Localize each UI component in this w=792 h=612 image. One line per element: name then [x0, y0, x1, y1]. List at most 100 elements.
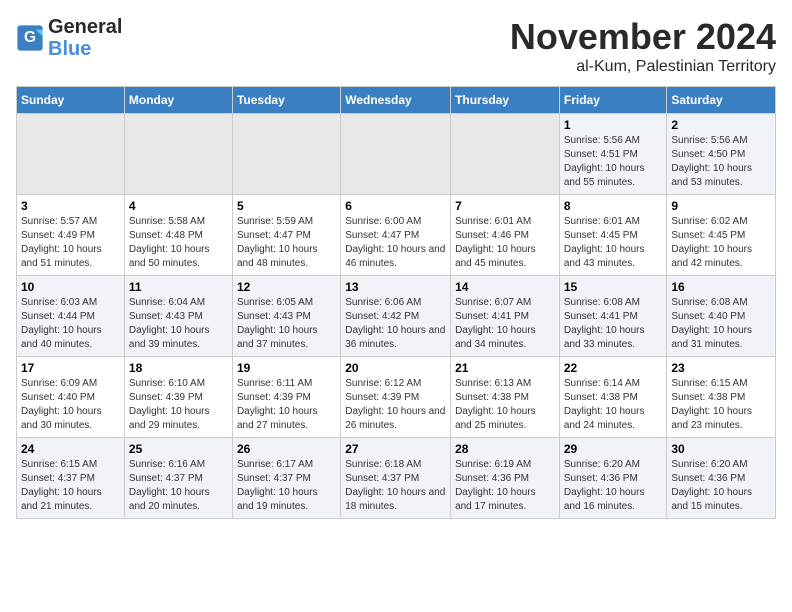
day-info: Sunrise: 5:58 AMSunset: 4:48 PMDaylight:… [129, 215, 228, 271]
calendar-cell: 7Sunrise: 6:01 AMSunset: 4:46 PMDaylight… [451, 195, 560, 276]
day-info: Sunrise: 5:59 AMSunset: 4:47 PMDaylight:… [237, 215, 336, 271]
day-info: Sunrise: 5:56 AMSunset: 4:50 PMDaylight:… [671, 134, 771, 190]
calendar-cell: 22 Sunrise: 6:14 AMSunset: 4:38 PMDayligh… [559, 357, 667, 438]
calendar-cell [124, 114, 232, 195]
day-number: 17 [21, 361, 120, 375]
day-number: 23 [671, 361, 771, 375]
calendar-cell: 12Sunrise: 6:05 AMSunset: 4:43 PMDayligh… [232, 276, 340, 357]
calendar-cell: 30 Sunrise: 6:20 AMSunset: 4:36 PMDayligh… [667, 438, 776, 519]
day-info: Sunrise: 6:20 AMSunset: 4:36 PMDaylight:… [564, 458, 663, 514]
day-info: Sunrise: 6:00 AMSunset: 4:47 PMDaylight:… [345, 215, 446, 271]
day-info: Sunrise: 6:18 AMSunset: 4:37 PMDaylight:… [345, 458, 446, 514]
day-info: Sunrise: 6:04 AMSunset: 4:43 PMDaylight:… [129, 296, 228, 352]
day-info: Sunrise: 6:11 AMSunset: 4:39 PMDaylight:… [237, 377, 336, 433]
day-info: Sunrise: 6:08 AMSunset: 4:41 PMDaylight:… [564, 296, 663, 352]
day-number: 18 [129, 361, 228, 375]
day-number: 16 [671, 280, 771, 294]
day-info: Sunrise: 6:01 AMSunset: 4:45 PMDaylight:… [564, 215, 663, 271]
logo-icon: G [16, 24, 44, 52]
day-info: Sunrise: 6:17 AMSunset: 4:37 PMDaylight:… [237, 458, 336, 514]
calendar-cell [451, 114, 560, 195]
logo: G General Blue [16, 16, 122, 60]
day-info: Sunrise: 6:03 AMSunset: 4:44 PMDaylight:… [21, 296, 120, 352]
calendar-cell [341, 114, 451, 195]
day-info: Sunrise: 6:15 AMSunset: 4:37 PMDaylight:… [21, 458, 120, 514]
day-number: 26 [237, 442, 336, 456]
calendar-cell: 8Sunrise: 6:01 AMSunset: 4:45 PMDaylight… [559, 195, 667, 276]
day-number: 13 [345, 280, 446, 294]
day-info: Sunrise: 6:06 AMSunset: 4:42 PMDaylight:… [345, 296, 446, 352]
day-info: Sunrise: 6:14 AMSunset: 4:38 PMDaylight:… [564, 377, 663, 433]
calendar-cell: 11 Sunrise: 6:04 AMSunset: 4:43 PMDayligh… [124, 276, 232, 357]
day-number: 3 [21, 199, 120, 213]
header: G General Blue November 2024 al-Kum, Pal… [16, 16, 776, 76]
day-number: 19 [237, 361, 336, 375]
day-info: Sunrise: 6:19 AMSunset: 4:36 PMDaylight:… [455, 458, 555, 514]
day-info: Sunrise: 6:09 AMSunset: 4:40 PMDaylight:… [21, 377, 120, 433]
calendar-cell: 4 Sunrise: 5:58 AMSunset: 4:48 PMDaylight… [124, 195, 232, 276]
calendar-cell [17, 114, 125, 195]
calendar-cell: 2 Sunrise: 5:56 AMSunset: 4:50 PMDaylight… [667, 114, 776, 195]
calendar-cell: 15 Sunrise: 6:08 AMSunset: 4:41 PMDayligh… [559, 276, 667, 357]
calendar-cell: 29 Sunrise: 6:20 AMSunset: 4:36 PMDayligh… [559, 438, 667, 519]
day-number: 25 [129, 442, 228, 456]
day-number: 2 [671, 118, 771, 132]
day-info: Sunrise: 6:08 AMSunset: 4:40 PMDaylight:… [671, 296, 771, 352]
day-number: 22 [564, 361, 663, 375]
day-number: 29 [564, 442, 663, 456]
day-number: 7 [455, 199, 555, 213]
day-info: Sunrise: 6:15 AMSunset: 4:38 PMDaylight:… [671, 377, 771, 433]
weekday-header: Wednesday [341, 87, 451, 114]
day-info: Sunrise: 6:20 AMSunset: 4:36 PMDaylight:… [671, 458, 771, 514]
day-info: Sunrise: 6:02 AMSunset: 4:45 PMDaylight:… [671, 215, 771, 271]
day-number: 15 [564, 280, 663, 294]
calendar-cell: 17 Sunrise: 6:09 AMSunset: 4:40 PMDayligh… [17, 357, 125, 438]
day-number: 10 [21, 280, 120, 294]
calendar-cell: 3 Sunrise: 5:57 AMSunset: 4:49 PMDaylight… [17, 195, 125, 276]
calendar-cell: 28 Sunrise: 6:19 AMSunset: 4:36 PMDayligh… [451, 438, 560, 519]
calendar-cell: 23 Sunrise: 6:15 AMSunset: 4:38 PMDayligh… [667, 357, 776, 438]
day-info: Sunrise: 6:10 AMSunset: 4:39 PMDaylight:… [129, 377, 228, 433]
day-number: 6 [345, 199, 446, 213]
day-number: 27 [345, 442, 446, 456]
day-number: 28 [455, 442, 555, 456]
day-number: 30 [671, 442, 771, 456]
day-info: Sunrise: 5:57 AMSunset: 4:49 PMDaylight:… [21, 215, 120, 271]
calendar-cell: 19 Sunrise: 6:11 AMSunset: 4:39 PMDayligh… [232, 357, 340, 438]
calendar-cell: 14 Sunrise: 6:07 AMSunset: 4:41 PMDayligh… [451, 276, 560, 357]
day-number: 4 [129, 199, 228, 213]
day-info: Sunrise: 6:05 AMSunset: 4:43 PMDaylight:… [237, 296, 336, 352]
calendar-cell: 1Sunrise: 5:56 AMSunset: 4:51 PMDaylight… [559, 114, 667, 195]
day-number: 14 [455, 280, 555, 294]
calendar-cell: 25 Sunrise: 6:16 AMSunset: 4:37 PMDayligh… [124, 438, 232, 519]
calendar-cell: 18 Sunrise: 6:10 AMSunset: 4:39 PMDayligh… [124, 357, 232, 438]
day-number: 20 [345, 361, 446, 375]
location-title: al-Kum, Palestinian Territory [510, 58, 776, 76]
weekday-header: Saturday [667, 87, 776, 114]
day-info: Sunrise: 6:07 AMSunset: 4:41 PMDaylight:… [455, 296, 555, 352]
day-number: 9 [671, 199, 771, 213]
weekday-header: Sunday [17, 87, 125, 114]
day-info: Sunrise: 6:13 AMSunset: 4:38 PMDaylight:… [455, 377, 555, 433]
weekday-header: Tuesday [232, 87, 340, 114]
calendar-cell: 6 Sunrise: 6:00 AMSunset: 4:47 PMDaylight… [341, 195, 451, 276]
title-area: November 2024 al-Kum, Palestinian Territ… [510, 16, 776, 76]
calendar-cell: 10 Sunrise: 6:03 AMSunset: 4:44 PMDayligh… [17, 276, 125, 357]
calendar-cell: 20Sunrise: 6:12 AMSunset: 4:39 PMDayligh… [341, 357, 451, 438]
calendar-cell: 26 Sunrise: 6:17 AMSunset: 4:37 PMDayligh… [232, 438, 340, 519]
day-info: Sunrise: 6:16 AMSunset: 4:37 PMDaylight:… [129, 458, 228, 514]
calendar-cell: 5 Sunrise: 5:59 AMSunset: 4:47 PMDaylight… [232, 195, 340, 276]
calendar-cell: 24Sunrise: 6:15 AMSunset: 4:37 PMDayligh… [17, 438, 125, 519]
calendar-cell: 16 Sunrise: 6:08 AMSunset: 4:40 PMDayligh… [667, 276, 776, 357]
logo-text: General Blue [48, 16, 122, 60]
calendar-table: SundayMondayTuesdayWednesdayThursdayFrid… [16, 86, 776, 519]
weekday-header: Thursday [451, 87, 560, 114]
calendar-cell: 9 Sunrise: 6:02 AMSunset: 4:45 PMDaylight… [667, 195, 776, 276]
weekday-header: Friday [559, 87, 667, 114]
weekday-header: Monday [124, 87, 232, 114]
calendar-cell [232, 114, 340, 195]
day-number: 11 [129, 280, 228, 294]
day-number: 5 [237, 199, 336, 213]
calendar-cell: 21Sunrise: 6:13 AMSunset: 4:38 PMDayligh… [451, 357, 560, 438]
calendar-cell: 27 Sunrise: 6:18 AMSunset: 4:37 PMDayligh… [341, 438, 451, 519]
